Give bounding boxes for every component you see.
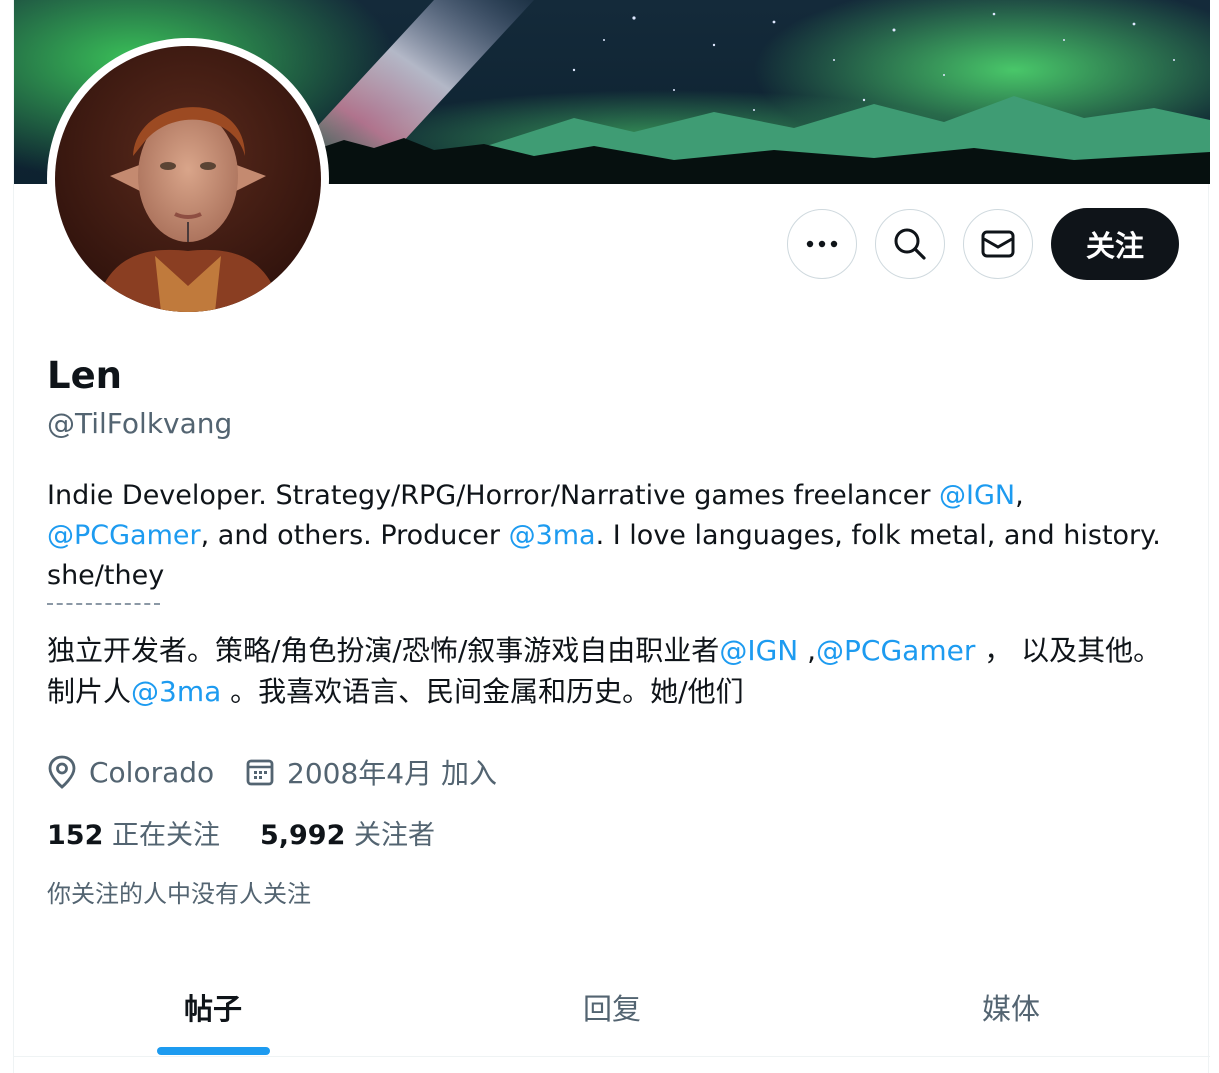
mention-link-pcgamer[interactable]: @PCGamer	[816, 634, 975, 667]
mention-link-ign[interactable]: @IGN	[939, 480, 1015, 511]
bio-text: 。我喜欢语言、民间金属和历史。她/他们	[221, 675, 744, 708]
tabs-divider	[14, 1056, 1210, 1057]
location-text: Colorado	[89, 755, 215, 789]
mention-link-pcgamer[interactable]: @PCGamer	[47, 520, 201, 551]
message-button[interactable]	[963, 209, 1033, 279]
followers-count: 5,992	[259, 820, 346, 851]
mail-icon	[981, 230, 1015, 258]
bio-text: , and others. Producer	[200, 520, 509, 551]
followers-label: 关注者	[353, 820, 435, 851]
profile-frame: 关注 Len @TilFolkvang Indie Developer. Str…	[13, 0, 1210, 1073]
bio-english: Indie Developer. Strategy/RPG/Horror/Nar…	[47, 476, 1187, 596]
joined-row: 2008年4月 加入	[245, 750, 497, 794]
search-icon	[894, 228, 926, 260]
following-link[interactable]: 152 正在关注	[47, 816, 220, 856]
following-label: 正在关注	[111, 820, 220, 851]
location-row: Colorado	[47, 750, 214, 794]
profile-tabs: 帖子 回复 媒体	[14, 958, 1210, 1056]
followers-link[interactable]: 5,992 关注者	[260, 816, 435, 856]
more-button[interactable]	[787, 209, 857, 279]
mention-link-3ma[interactable]: @3ma	[131, 675, 221, 708]
bio-separator	[47, 603, 160, 605]
search-button[interactable]	[875, 209, 945, 279]
mention-link-3ma[interactable]: @3ma	[509, 520, 596, 551]
bio-chinese: 独立开发者。策略/角色扮演/恐怖/叙事游戏自由职业者@IGN ,@PCGamer…	[47, 630, 1187, 712]
bio-text: 独立开发者。策略/角色扮演/恐怖/叙事游戏自由职业者	[47, 634, 720, 667]
mutual-followers-note: 你关注的人中没有人关注	[47, 880, 311, 908]
mention-link-ign[interactable]: @IGN	[719, 634, 798, 667]
avatar-ring	[47, 38, 329, 320]
tab-media[interactable]: 媒体	[812, 958, 1210, 1056]
follow-button[interactable]: 关注	[1051, 208, 1179, 280]
active-tab-indicator	[157, 1047, 270, 1055]
bio-text: ,	[1015, 480, 1024, 511]
following-count: 152	[47, 820, 104, 851]
more-icon	[806, 240, 838, 248]
tab-posts[interactable]: 帖子	[14, 958, 412, 1056]
bio-text: ,	[798, 634, 817, 667]
location-pin-icon	[48, 755, 76, 789]
avatar[interactable]	[55, 46, 321, 312]
tab-replies[interactable]: 回复	[413, 958, 811, 1056]
profile-name: Len	[47, 354, 123, 397]
bio-text: Indie Developer. Strategy/RPG/Horror/Nar…	[47, 480, 940, 511]
calendar-icon	[246, 759, 274, 786]
joined-text: 2008年4月 加入	[287, 757, 497, 790]
follow-stats: 152 正在关注 5,992 关注者	[47, 816, 435, 856]
profile-handle: @TilFolkvang	[47, 407, 233, 440]
